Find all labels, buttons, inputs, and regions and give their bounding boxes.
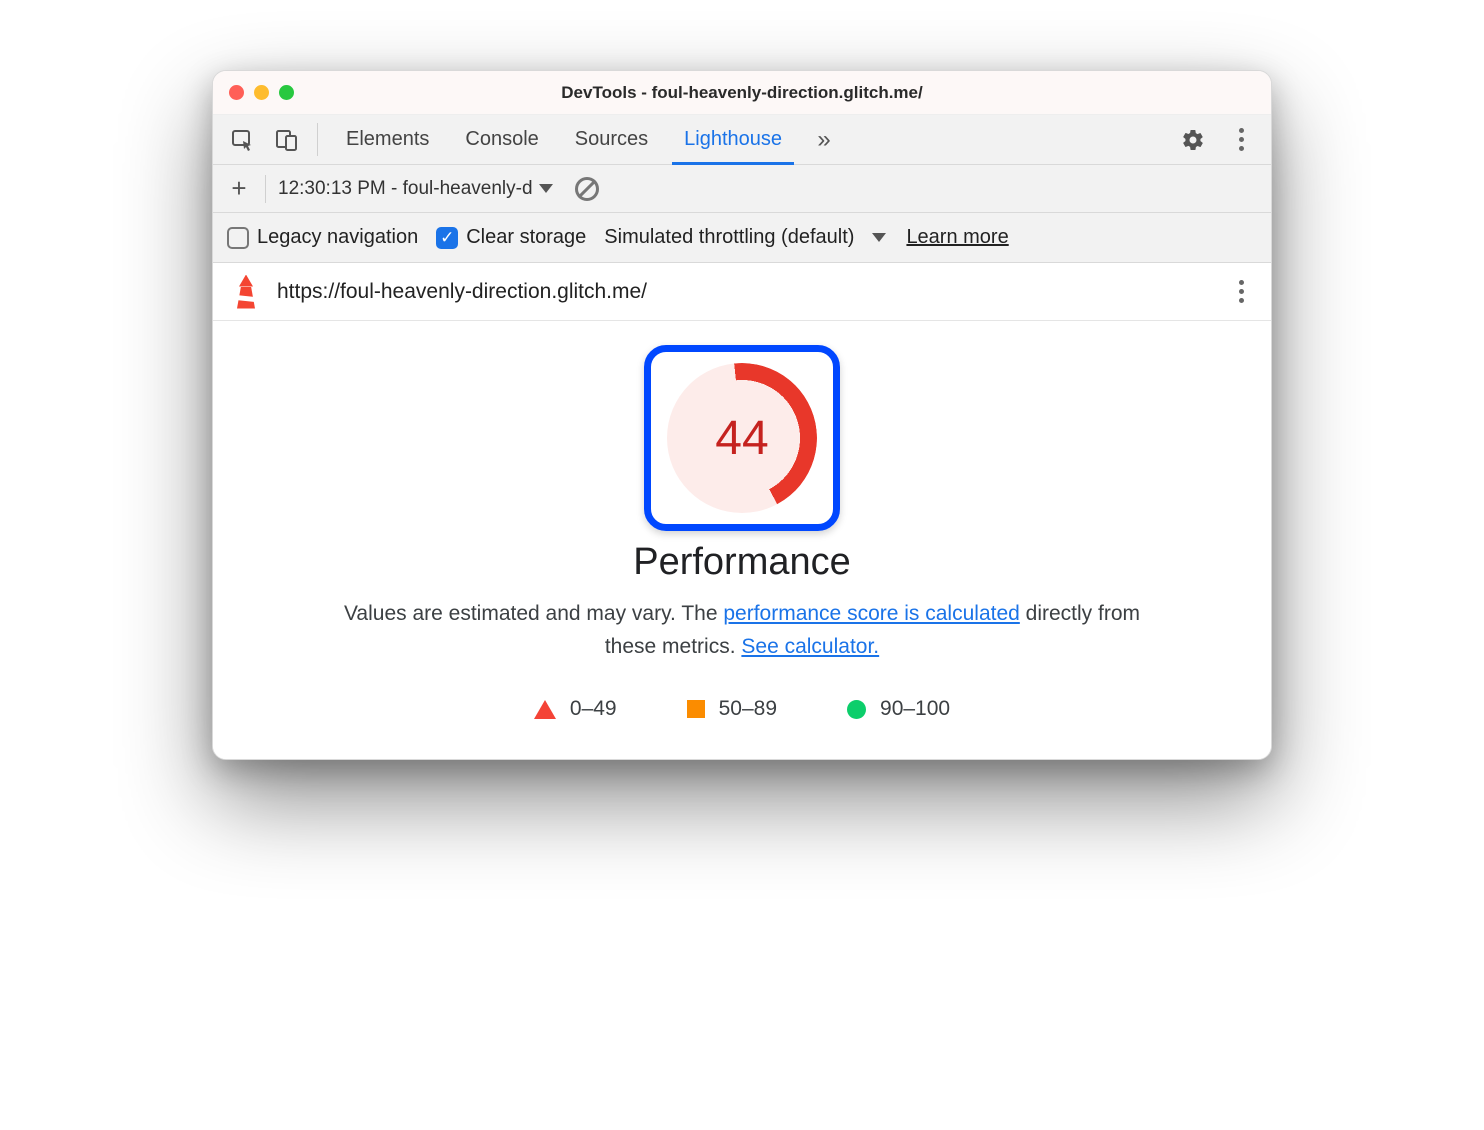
legend-good: 90–100: [847, 697, 950, 721]
tab-sources[interactable]: Sources: [557, 115, 666, 164]
inspect-element-icon[interactable]: [223, 115, 263, 164]
score-legend: 0–49 50–89 90–100: [233, 697, 1251, 721]
lighthouse-toolbar: + 12:30:13 PM - foul-heavenly-d: [213, 165, 1271, 213]
tab-lighthouse[interactable]: Lighthouse: [666, 115, 800, 164]
legacy-navigation-checkbox[interactable]: Legacy navigation: [227, 226, 418, 249]
legend-average: 50–89: [687, 697, 777, 721]
legend-good-label: 90–100: [880, 697, 950, 721]
settings-gear-icon[interactable]: [1173, 128, 1213, 152]
legend-poor-label: 0–49: [570, 697, 617, 721]
performance-score: 44: [667, 363, 817, 513]
circle-icon: [847, 700, 866, 719]
tab-console[interactable]: Console: [447, 115, 556, 164]
report-menu-button[interactable]: [1229, 280, 1253, 303]
clear-icon: [575, 177, 599, 201]
clear-storage-label: Clear storage: [466, 226, 586, 249]
new-report-button[interactable]: +: [225, 173, 253, 204]
window-title: DevTools - foul-heavenly-direction.glitc…: [213, 83, 1271, 103]
panel-tabs: Elements Console Sources Lighthouse: [328, 115, 800, 164]
legend-average-label: 50–89: [719, 697, 777, 721]
legacy-navigation-label: Legacy navigation: [257, 226, 418, 249]
checkbox-unchecked-icon: [227, 227, 249, 249]
maximize-window-button[interactable]: [279, 85, 294, 100]
divider: [265, 175, 266, 203]
report-url: https://foul-heavenly-direction.glitch.m…: [277, 280, 647, 304]
lighthouse-logo-icon: [231, 275, 261, 309]
kebab-menu-icon: [1229, 280, 1253, 303]
throttling-label: Simulated throttling (default): [604, 226, 854, 249]
square-icon: [687, 700, 705, 718]
performance-description: Values are estimated and may vary. The p…: [332, 598, 1152, 663]
lighthouse-report: 44 Performance Values are estimated and …: [213, 321, 1271, 759]
main-toolbar: Elements Console Sources Lighthouse »: [213, 115, 1271, 165]
throttling-select[interactable]: Simulated throttling (default): [604, 226, 886, 249]
chevron-down-icon: [872, 233, 886, 242]
checkbox-checked-icon: ✓: [436, 227, 458, 249]
clear-storage-checkbox[interactable]: ✓ Clear storage: [436, 226, 586, 249]
window-controls: [229, 85, 294, 100]
learn-more-link[interactable]: Learn more: [906, 226, 1008, 249]
report-select-label: 12:30:13 PM - foul-heavenly-d: [278, 178, 533, 200]
score-calculated-link[interactable]: performance score is calculated: [723, 602, 1019, 625]
report-url-bar: https://foul-heavenly-direction.glitch.m…: [213, 263, 1271, 321]
divider: [317, 123, 318, 156]
minimize-window-button[interactable]: [254, 85, 269, 100]
performance-gauge[interactable]: 44: [667, 363, 817, 513]
see-calculator-link[interactable]: See calculator.: [741, 635, 879, 658]
legend-poor: 0–49: [534, 697, 617, 721]
clear-reports-button[interactable]: [575, 177, 599, 201]
performance-heading: Performance: [233, 541, 1251, 584]
close-window-button[interactable]: [229, 85, 244, 100]
kebab-menu-icon[interactable]: [1221, 128, 1261, 151]
performance-gauge-highlight: 44: [644, 345, 840, 531]
chevron-down-icon: [539, 184, 553, 193]
device-toolbar-icon[interactable]: [267, 115, 307, 164]
more-tabs-icon[interactable]: »: [804, 115, 844, 164]
lighthouse-options: Legacy navigation ✓ Clear storage Simula…: [213, 213, 1271, 263]
triangle-icon: [534, 700, 556, 719]
tab-elements[interactable]: Elements: [328, 115, 447, 164]
report-select[interactable]: 12:30:13 PM - foul-heavenly-d: [278, 178, 553, 200]
titlebar: DevTools - foul-heavenly-direction.glitc…: [213, 71, 1271, 115]
devtools-window: DevTools - foul-heavenly-direction.glitc…: [212, 70, 1272, 760]
